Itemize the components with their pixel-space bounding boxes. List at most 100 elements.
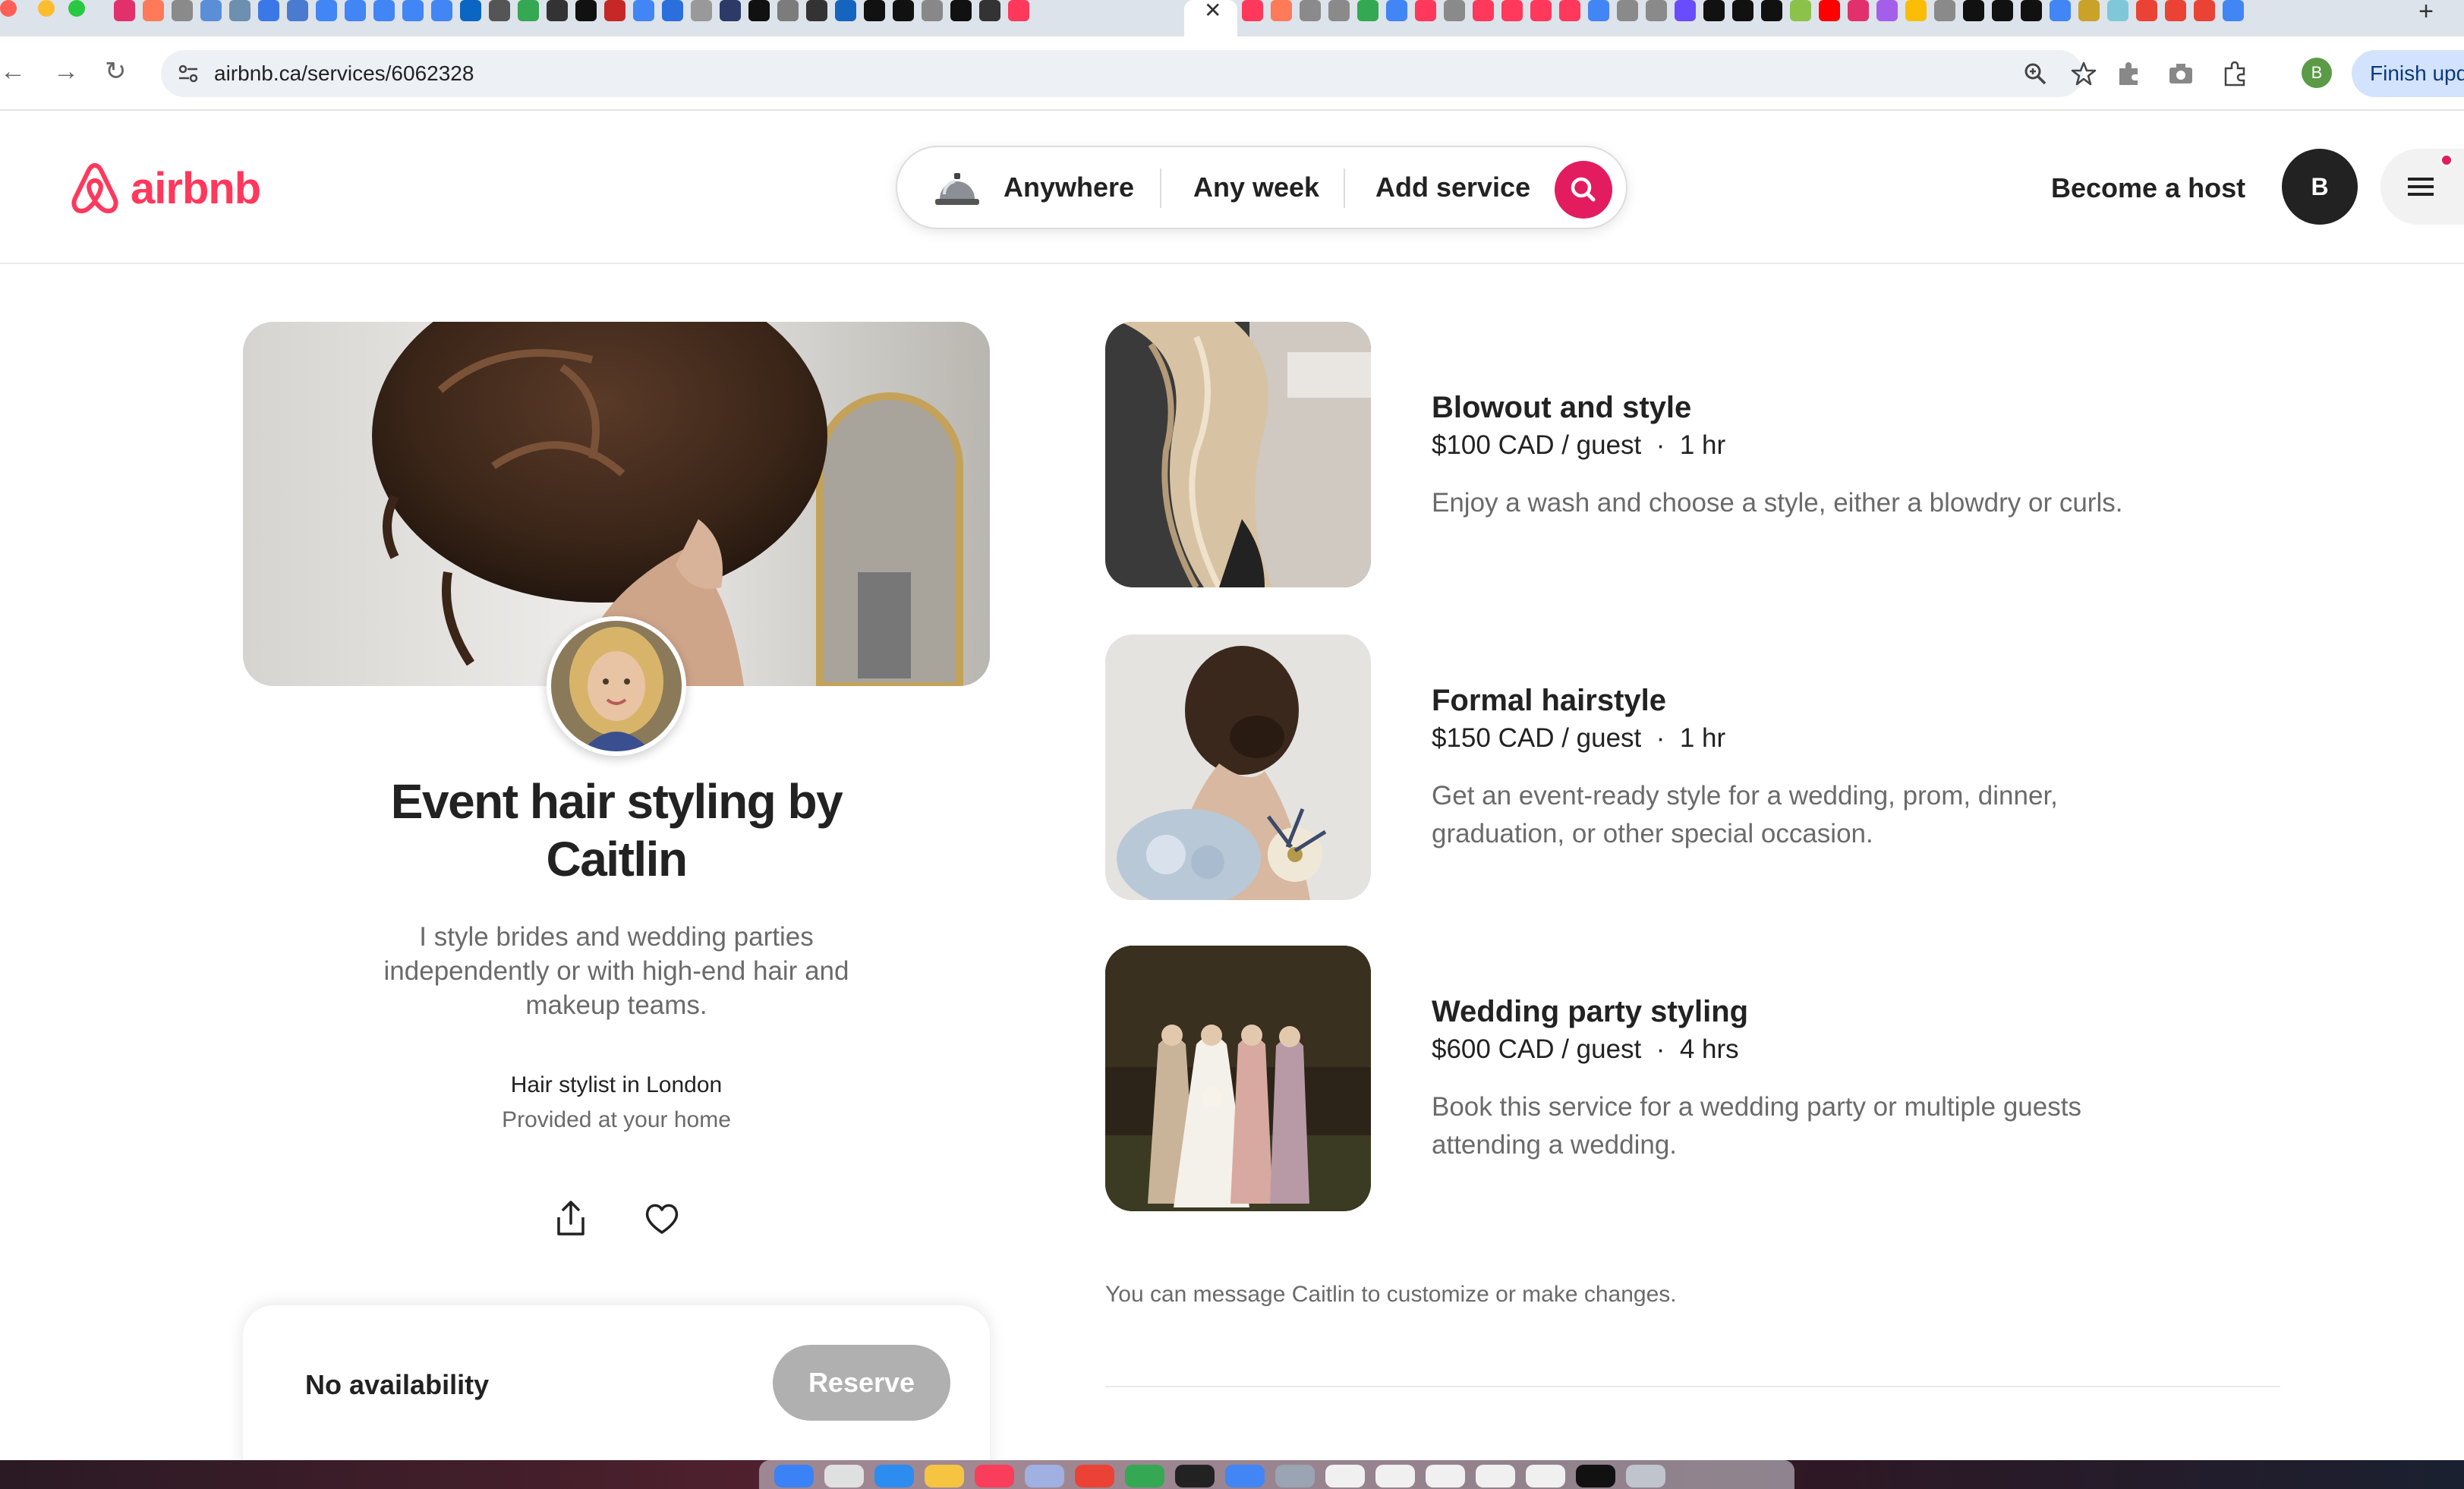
tab-favicon[interactable] (864, 0, 885, 21)
bookmark-star-icon[interactable] (2071, 61, 2097, 87)
finish-update-button[interactable]: Finish upd (2352, 50, 2464, 97)
tab-favicon[interactable] (1242, 0, 1263, 21)
tab-favicon[interactable] (345, 0, 366, 21)
tab-favicon[interactable] (489, 0, 510, 21)
tab-favicon[interactable] (1415, 0, 1436, 21)
tab-favicon[interactable] (460, 0, 481, 21)
chrome-app-icon[interactable] (1075, 1465, 1114, 1487)
tab-close-icon[interactable]: ✕ (1204, 0, 1221, 21)
extensions-icon[interactable] (2220, 59, 2248, 88)
tab-favicon[interactable] (2107, 0, 2128, 21)
tab-favicon[interactable] (1328, 0, 1350, 21)
url-text[interactable]: airbnb.ca/services/6062328 (214, 60, 474, 87)
tab-favicon[interactable] (2078, 0, 2100, 21)
tab-favicon[interactable] (1703, 0, 1725, 21)
reload-icon[interactable]: ↻ (105, 56, 127, 87)
tab-favicon[interactable] (287, 0, 308, 21)
tab-favicon[interactable] (431, 0, 452, 21)
user-avatar[interactable]: B (2282, 149, 2358, 225)
window-zoom-button[interactable] (68, 0, 85, 17)
window-thumbnail-icon[interactable] (1325, 1465, 1365, 1487)
tab-favicon[interactable] (1848, 0, 1869, 21)
tab-favicon[interactable] (922, 0, 943, 21)
tab-favicon[interactable] (806, 0, 827, 21)
window-thumbnail-icon[interactable] (1526, 1465, 1565, 1487)
tab-favicon[interactable] (2194, 0, 2215, 21)
tab-favicon[interactable] (1444, 0, 1465, 21)
tab-favicon[interactable] (2050, 0, 2071, 21)
offering-image[interactable] (1105, 946, 1371, 1211)
forward-icon[interactable]: → (53, 56, 79, 87)
safari-app-icon[interactable] (874, 1465, 914, 1487)
host-avatar[interactable] (547, 616, 686, 756)
search-where[interactable]: Anywhere (1004, 147, 1134, 228)
tab-favicon[interactable] (200, 0, 222, 21)
tab-favicon[interactable] (893, 0, 914, 21)
airbnb-logo[interactable]: airbnb (67, 156, 261, 220)
tab-favicon[interactable] (1271, 0, 1292, 21)
camera-icon[interactable] (2166, 59, 2195, 88)
tab-favicon[interactable] (1934, 0, 1955, 21)
tab-favicon[interactable] (2165, 0, 2186, 21)
tab-favicon[interactable] (1300, 0, 1321, 21)
music-app-icon[interactable] (975, 1465, 1014, 1487)
tab-favicon[interactable] (2136, 0, 2157, 21)
tab-favicon[interactable] (1588, 0, 1609, 21)
search-service[interactable]: Add service (1375, 147, 1530, 228)
tab-favicon[interactable] (2021, 0, 2042, 21)
preview-app-icon[interactable] (1025, 1465, 1064, 1487)
tab-favicon[interactable] (633, 0, 654, 21)
tab-favicon[interactable] (1963, 0, 1984, 21)
become-host-link[interactable]: Become a host (2051, 164, 2245, 212)
window-thumbnail-icon[interactable] (1576, 1465, 1615, 1487)
tab-favicon[interactable] (1530, 0, 1552, 21)
back-icon[interactable]: ← (0, 56, 26, 87)
tab-favicon[interactable] (402, 0, 424, 21)
app-store-app-icon[interactable] (1225, 1465, 1265, 1487)
address-bar[interactable]: airbnb.ca/services/6062328 (161, 50, 2097, 97)
tab-favicon[interactable] (316, 0, 337, 21)
share-icon[interactable] (550, 1198, 592, 1240)
search-when[interactable]: Any week (1193, 147, 1319, 228)
window-minimize-button[interactable] (38, 0, 55, 17)
new-tab-icon[interactable]: + (2418, 0, 2434, 27)
tab-favicon[interactable] (229, 0, 250, 21)
tab-favicon[interactable] (691, 0, 712, 21)
search-button[interactable] (1555, 161, 1612, 219)
window-thumbnail-icon[interactable] (1275, 1465, 1315, 1487)
tab-favicon[interactable] (1473, 0, 1494, 21)
tab-favicon[interactable] (143, 0, 164, 21)
tab-favicon[interactable] (1992, 0, 2013, 21)
tab-favicon[interactable] (1617, 0, 1638, 21)
offering-name[interactable]: Blowout and style (1432, 389, 1691, 427)
activity-app-icon[interactable] (1175, 1465, 1215, 1487)
window-thumbnail-icon[interactable] (1476, 1465, 1515, 1487)
finder-app-icon[interactable] (774, 1465, 814, 1487)
offering-name[interactable]: Formal hairstyle (1432, 682, 1666, 719)
trash-app-icon[interactable] (1626, 1465, 1665, 1487)
tab-favicon[interactable] (748, 0, 770, 21)
tab-favicon[interactable] (2223, 0, 2244, 21)
tab-favicon[interactable] (1008, 0, 1029, 21)
messages-app-icon[interactable] (1125, 1465, 1164, 1487)
tab-favicon[interactable] (1761, 0, 1782, 21)
tab-favicon[interactable] (1905, 0, 1927, 21)
tab-favicon[interactable] (373, 0, 395, 21)
tab-favicon[interactable] (604, 0, 625, 21)
reserve-button[interactable]: Reserve (773, 1345, 950, 1421)
tab-favicon[interactable] (1646, 0, 1667, 21)
offering-name[interactable]: Wedding party styling (1432, 993, 1748, 1031)
site-settings-icon[interactable] (176, 61, 200, 86)
tab-favicon[interactable] (662, 0, 683, 21)
notes-app-icon[interactable] (925, 1465, 964, 1487)
tab-favicon[interactable] (1357, 0, 1379, 21)
tab-favicon[interactable] (172, 0, 193, 21)
zoom-icon[interactable] (2022, 61, 2048, 87)
tab-favicon[interactable] (1559, 0, 1580, 21)
tab-favicon[interactable] (950, 0, 972, 21)
tab-favicon[interactable] (835, 0, 856, 21)
tab-favicon[interactable] (1876, 0, 1898, 21)
tab-favicon[interactable] (114, 0, 135, 21)
tab-favicon[interactable] (979, 0, 1000, 21)
tab-favicon[interactable] (1675, 0, 1696, 21)
